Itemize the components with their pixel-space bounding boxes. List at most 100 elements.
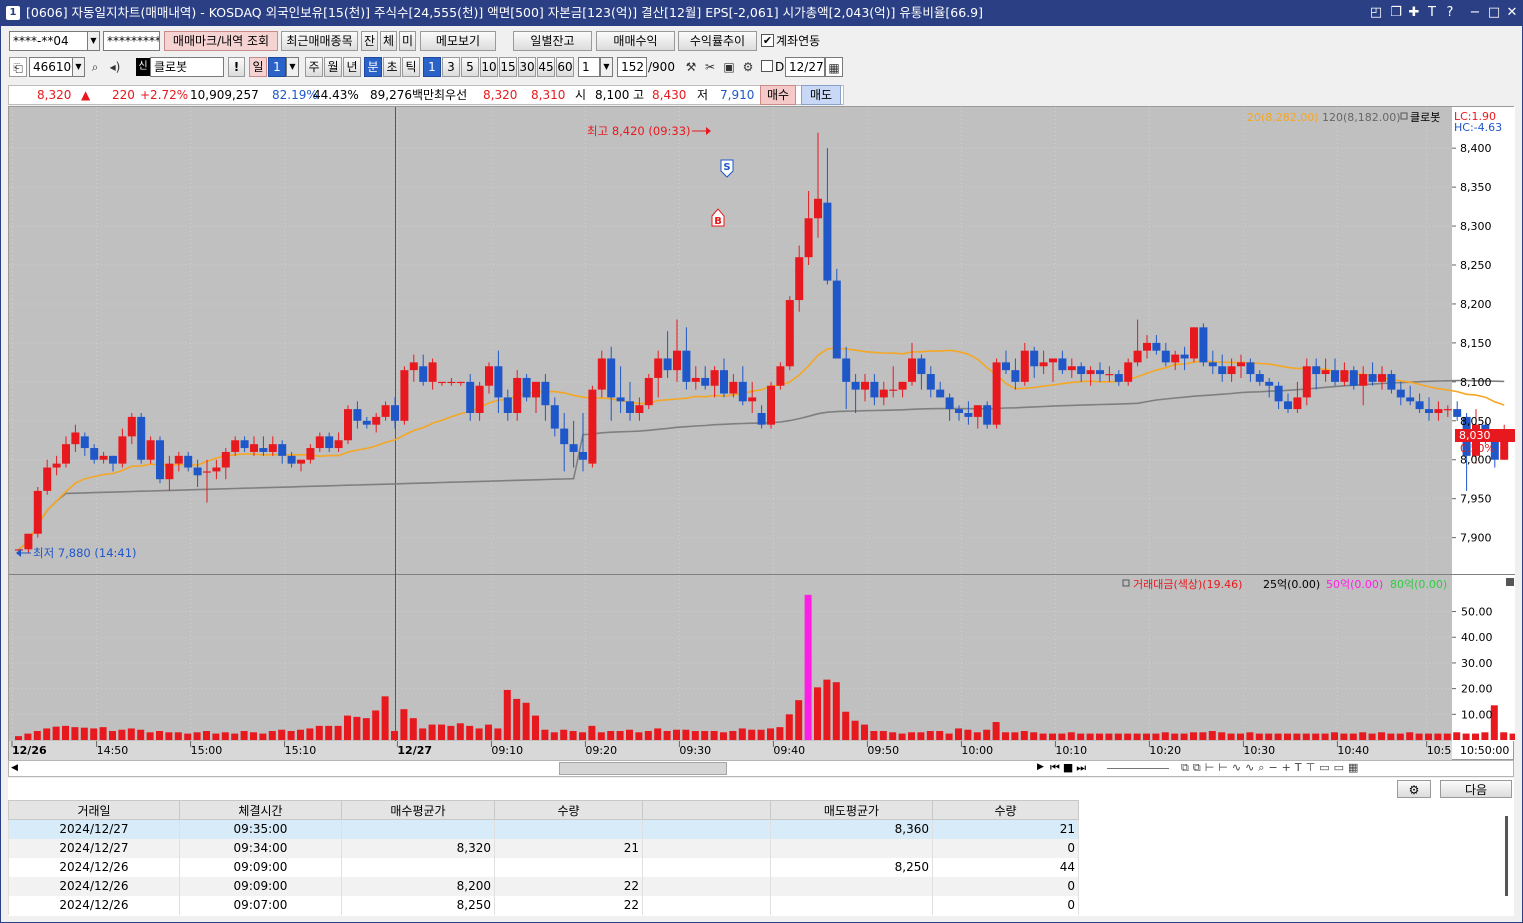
candle-body bbox=[1152, 342, 1161, 351]
volume-bar bbox=[1312, 733, 1320, 740]
candle-body bbox=[466, 381, 475, 413]
price-volume-chart[interactable]: 8,400 8,350 8,300 8,250 8,200 8,150 8,100 8,050… bbox=[9, 107, 1523, 761]
candle-body bbox=[259, 448, 268, 452]
sell-button[interactable]: 매도 bbox=[801, 85, 841, 105]
drawing-toolbar-icons[interactable]: ⧉⧉⊢⊢∿∿⌕−+T⊤▭▭▦ bbox=[1181, 761, 1362, 775]
cell-exec-time: 09:09:00 bbox=[179, 857, 342, 877]
memo-button[interactable]: 메모보기 bbox=[420, 31, 496, 51]
chart-area[interactable]: 8,400 8,350 8,300 8,250 8,200 8,150 8,100 8,050… bbox=[8, 106, 1523, 761]
layout-icon[interactable]: ◰ bbox=[1368, 4, 1384, 22]
minute-3-button[interactable]: 3 bbox=[442, 57, 460, 77]
period-year-button[interactable]: 년 bbox=[343, 57, 361, 77]
next-button[interactable]: 다음 bbox=[1440, 780, 1512, 798]
chart-scrollbar[interactable]: ◀ ▶ ⏮■⏭ ⧉⧉⊢⊢∿∿⌕−+T⊤▭▭▦ bbox=[8, 760, 1514, 777]
minute-15-button[interactable]: 15 bbox=[499, 57, 517, 77]
col-trade-date[interactable]: 거래일 bbox=[8, 800, 180, 820]
save-icon[interactable]: ▣ bbox=[720, 57, 738, 77]
period-day-count[interactable]: 1 bbox=[268, 57, 286, 77]
volume-bar bbox=[626, 729, 633, 740]
code-search-icon[interactable]: ⎗ bbox=[9, 57, 27, 77]
period-tick-button[interactable]: 틱 bbox=[402, 57, 420, 77]
table-scrollbar[interactable] bbox=[1505, 816, 1508, 896]
minute-30-button[interactable]: 30 bbox=[518, 57, 536, 77]
day-count-dropdown-icon[interactable]: ▼ bbox=[286, 57, 299, 77]
unit-input[interactable]: 1 bbox=[578, 57, 600, 77]
col-buy-qty[interactable]: 수량 bbox=[494, 800, 643, 820]
d-checkbox[interactable] bbox=[761, 60, 773, 72]
indicator-icon[interactable]: ⚒ bbox=[682, 57, 700, 77]
period-week-button[interactable]: 주 bbox=[305, 57, 323, 77]
period-month-button[interactable]: 월 bbox=[324, 57, 342, 77]
password-input[interactable]: ********* bbox=[103, 31, 160, 51]
pane-close-icon[interactable] bbox=[1506, 578, 1514, 586]
col-sell-qty[interactable]: 수량 bbox=[932, 800, 1079, 820]
candle-body bbox=[1124, 362, 1133, 382]
period-day-button[interactable]: 일 bbox=[249, 57, 267, 77]
minute-1-button[interactable]: 1 bbox=[423, 57, 441, 77]
help-icon[interactable]: ? bbox=[1442, 4, 1458, 22]
candle-body bbox=[926, 374, 935, 390]
panel-settings-icon[interactable]: ⚙ bbox=[1397, 780, 1431, 798]
mark-query-button[interactable]: 매매마크/내역 조회 bbox=[164, 31, 278, 51]
date-input[interactable]: 12/27 bbox=[785, 57, 825, 77]
code-dropdown-icon[interactable]: ▼ bbox=[72, 57, 85, 77]
d-label: D bbox=[775, 60, 785, 74]
alert-button[interactable]: ! bbox=[228, 57, 245, 77]
col-empty[interactable] bbox=[642, 800, 771, 820]
scroll-thumb[interactable] bbox=[559, 762, 727, 775]
account-link-checkbox[interactable]: ✔ bbox=[761, 34, 774, 47]
time-tick-label: 09:40 bbox=[773, 744, 805, 757]
col-buy-avg[interactable]: 매수평균가 bbox=[341, 800, 495, 820]
playback-controls-icon[interactable]: ⏮■⏭ bbox=[1050, 761, 1089, 775]
table-row[interactable]: 2024/12/26 09:09:00 8,200 22 0 bbox=[8, 876, 1079, 896]
col-exec-time[interactable]: 체결시간 bbox=[179, 800, 342, 820]
candle bbox=[832, 268, 841, 359]
minimize-icon[interactable]: − bbox=[1467, 4, 1483, 22]
unit-dropdown-icon[interactable]: ▼ bbox=[600, 57, 613, 77]
pin-icon[interactable]: ✚ bbox=[1406, 4, 1422, 22]
search-icon[interactable]: ⌕ bbox=[86, 57, 104, 77]
stock-name-field[interactable]: 클로봇 bbox=[150, 57, 224, 77]
drawing-tools-icon[interactable]: ✂ bbox=[701, 57, 719, 77]
calendar-icon[interactable]: ▦ bbox=[825, 57, 843, 77]
candle-body bbox=[1143, 342, 1151, 351]
table-row[interactable]: 2024/12/26 09:07:00 8,250 22 0 bbox=[8, 895, 1079, 915]
close-icon[interactable]: ✕ bbox=[1504, 4, 1520, 22]
table-row[interactable]: 2024/12/27 09:35:00 8,360 21 bbox=[8, 819, 1079, 839]
profit-trend-button[interactable]: 수익률추이 bbox=[678, 31, 757, 51]
minute-60-button[interactable]: 60 bbox=[556, 57, 574, 77]
trade-profit-button[interactable]: 매매수익 bbox=[596, 31, 675, 51]
unfilled-button[interactable]: 미 bbox=[399, 31, 416, 51]
settings-icon[interactable]: ⚙ bbox=[739, 57, 757, 77]
table-row[interactable]: 2024/12/26 09:09:00 8,250 44 bbox=[8, 857, 1079, 877]
buy-button[interactable]: 매수 bbox=[760, 85, 796, 105]
scroll-left-icon[interactable]: ◀ bbox=[11, 763, 18, 773]
minute-45-button[interactable]: 45 bbox=[537, 57, 555, 77]
stock-code-input[interactable]: 466100 bbox=[29, 57, 73, 77]
period-minute-button[interactable]: 분 bbox=[364, 57, 382, 77]
balance-button[interactable]: 잔 bbox=[361, 31, 378, 51]
minute-10-button[interactable]: 10 bbox=[480, 57, 498, 77]
time-tick-label: 10:00 bbox=[961, 744, 993, 757]
bar-count-input[interactable]: 152 bbox=[617, 57, 647, 77]
account-dropdown-icon[interactable]: ▼ bbox=[87, 31, 100, 51]
recent-trades-button[interactable]: 최근매매종목 bbox=[281, 31, 358, 51]
zoom-slider[interactable] bbox=[1107, 768, 1169, 769]
period-second-button[interactable]: 초 bbox=[383, 57, 401, 77]
candle-body bbox=[1190, 327, 1198, 359]
maximize-icon[interactable]: □ bbox=[1486, 4, 1502, 22]
candle-body bbox=[250, 444, 258, 452]
col-sell-avg[interactable]: 매도평균가 bbox=[770, 800, 933, 820]
speaker-icon[interactable]: ◂) bbox=[106, 57, 124, 77]
font-icon[interactable]: T bbox=[1424, 4, 1440, 22]
account-input[interactable]: ****-**04 bbox=[9, 31, 88, 51]
daily-balance-button[interactable]: 일별잔고 bbox=[513, 31, 592, 51]
scroll-right-icon[interactable]: ▶ bbox=[1037, 762, 1044, 772]
volume-bar bbox=[1509, 733, 1517, 740]
minute-5-button[interactable]: 5 bbox=[461, 57, 479, 77]
volume-bar bbox=[344, 715, 351, 740]
filled-button[interactable]: 체 bbox=[380, 31, 397, 51]
volume-bar bbox=[748, 729, 756, 740]
copy-window-icon[interactable]: ❐ bbox=[1388, 4, 1404, 22]
table-row[interactable]: 2024/12/27 09:34:00 8,320 21 0 bbox=[8, 838, 1079, 858]
